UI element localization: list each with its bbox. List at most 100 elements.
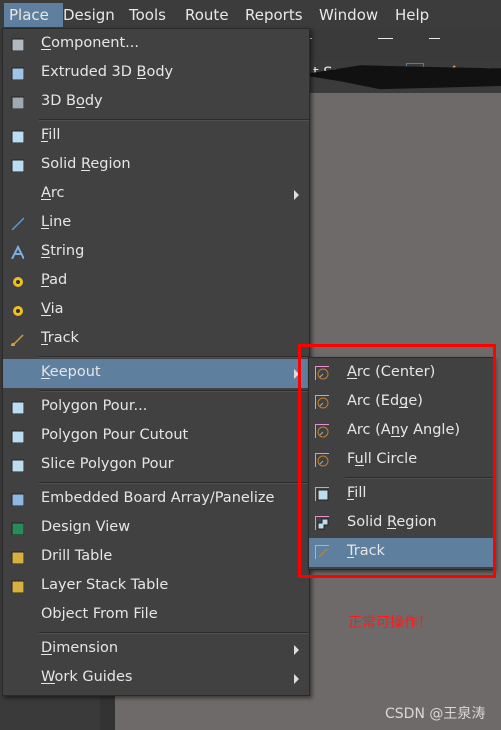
menu-reports[interactable]: Reports bbox=[240, 3, 317, 39]
menu-item-object-from-file[interactable]: Object From File bbox=[3, 601, 309, 630]
slice-polygon-pour-icon bbox=[11, 459, 24, 472]
menu-item-label: Design View bbox=[41, 519, 131, 535]
menu-item-pad[interactable]: Pad bbox=[3, 267, 309, 296]
menu-separator bbox=[39, 119, 309, 121]
menu-item-design-view[interactable]: Design View bbox=[3, 514, 309, 543]
menu-separator bbox=[39, 632, 309, 634]
line-icon bbox=[11, 217, 24, 230]
drill-table-icon bbox=[11, 551, 24, 564]
watermark: CSDN @王泉涛 bbox=[385, 706, 486, 722]
board-array-icon bbox=[11, 493, 24, 506]
menu-item-dimension[interactable]: Dimension bbox=[3, 635, 309, 664]
menu-item-label: Slice Polygon Pour bbox=[41, 456, 174, 472]
polygon-pour-cutout-icon bbox=[11, 430, 24, 443]
menu-item-label: 3D Body bbox=[41, 93, 103, 109]
menu-item-label: Object From File bbox=[41, 606, 158, 622]
component-icon bbox=[11, 38, 24, 51]
menu-separator bbox=[39, 390, 309, 392]
menu-label: Route bbox=[185, 3, 257, 39]
accelerator-underline bbox=[41, 286, 50, 287]
menu-item-embedded-board-array-panelize[interactable]: Embedded Board Array/Panelize bbox=[3, 485, 309, 514]
menu-item-keepout[interactable]: Keepout bbox=[3, 359, 309, 388]
accelerator-underline bbox=[41, 257, 51, 258]
menu-item-drill-table[interactable]: Drill Table bbox=[3, 543, 309, 572]
menu-item-polygon-pour-cutout[interactable]: Polygon Pour Cutout bbox=[3, 422, 309, 451]
track-icon bbox=[11, 334, 24, 346]
accelerator-underline bbox=[41, 228, 50, 229]
menu-item-component[interactable]: Component... bbox=[3, 30, 309, 59]
accelerator-underline bbox=[41, 49, 52, 50]
menu-item-label: String bbox=[41, 243, 85, 259]
menu-item-label: Extruded 3D Body bbox=[41, 64, 174, 80]
menu-item-solid-region[interactable]: Solid Region bbox=[3, 151, 309, 180]
menu-separator bbox=[39, 356, 309, 358]
polygon-pour-icon bbox=[11, 401, 24, 414]
menu-item-3d-body[interactable]: 3D Body bbox=[3, 88, 309, 117]
menu-item-label: Embedded Board Array/Panelize bbox=[41, 490, 275, 506]
annotation-text: 正常可操作！ bbox=[348, 615, 432, 631]
menu-help[interactable]: Help bbox=[390, 3, 445, 39]
accelerator-underline bbox=[75, 107, 85, 108]
menu-label: Tools bbox=[129, 3, 173, 39]
fill-icon bbox=[11, 130, 24, 143]
menu-item-label: Component... bbox=[41, 35, 140, 51]
submenu-arrow-icon bbox=[294, 190, 299, 200]
menu-label: Place bbox=[9, 3, 58, 39]
menu-design[interactable]: Design bbox=[58, 3, 131, 39]
menu-item-track[interactable]: Track bbox=[3, 325, 309, 354]
submenu-arrow-icon bbox=[294, 674, 299, 684]
menu-item-label: Polygon Pour... bbox=[41, 398, 148, 414]
menu-route[interactable]: Route bbox=[180, 3, 257, 39]
accelerator-underline bbox=[41, 378, 50, 379]
menu-item-label: Work Guides bbox=[41, 669, 133, 685]
menu-item-label: Track bbox=[41, 330, 79, 346]
menu-item-layer-stack-table[interactable]: Layer Stack Table bbox=[3, 572, 309, 601]
menu-item-line[interactable]: Line bbox=[3, 209, 309, 238]
menu-item-polygon-pour[interactable]: Polygon Pour... bbox=[3, 393, 309, 422]
menu-bar: Place Design Tools Route Reports Window Help bbox=[0, 0, 501, 39]
menu-separator bbox=[39, 482, 309, 484]
annotation-highlight-box bbox=[298, 344, 496, 578]
accelerator-underline bbox=[41, 654, 53, 655]
design-view-icon bbox=[11, 522, 24, 535]
accelerator-underline bbox=[41, 683, 55, 684]
menu-item-work-guides[interactable]: Work Guides bbox=[3, 664, 309, 693]
menu-item-label: Dimension bbox=[41, 640, 119, 656]
place-menu: Component... Extruded 3D Body 3D Body Fill S… bbox=[2, 28, 310, 696]
menu-item-label: Pad bbox=[41, 272, 68, 288]
menu-item-extruded-3d-body[interactable]: Extruded 3D Body bbox=[3, 59, 309, 88]
menu-item-label: Solid Region bbox=[41, 156, 131, 172]
menu-item-label: Via bbox=[41, 301, 64, 317]
menu-item-label: Line bbox=[41, 214, 72, 230]
menu-item-label: Polygon Pour Cutout bbox=[41, 427, 189, 443]
menu-item-label: Fill bbox=[41, 127, 61, 143]
menu-tools[interactable]: Tools bbox=[124, 3, 178, 39]
menu-item-label: Arc bbox=[41, 185, 65, 201]
layer-stack-table-icon bbox=[11, 580, 24, 593]
menu-item-label: Keepout bbox=[41, 364, 101, 380]
menu-label: Window bbox=[319, 3, 393, 39]
menu-label: Help bbox=[395, 3, 441, 39]
solid-region-icon bbox=[11, 159, 24, 172]
accelerator-underline bbox=[41, 315, 51, 316]
accelerator-underline bbox=[41, 199, 51, 200]
menu-label: Design bbox=[63, 3, 127, 39]
menu-item-arc[interactable]: Arc bbox=[3, 180, 309, 209]
menu-label: Reports bbox=[245, 3, 313, 39]
via-icon bbox=[13, 306, 23, 316]
menu-item-string[interactable]: String bbox=[3, 238, 309, 267]
accelerator-underline bbox=[136, 78, 147, 79]
accelerator-underline bbox=[41, 344, 48, 345]
accelerator-underline bbox=[80, 170, 91, 171]
menu-window[interactable]: Window bbox=[314, 3, 398, 39]
menu-item-via[interactable]: Via bbox=[3, 296, 309, 325]
menu-item-label: Drill Table bbox=[41, 548, 113, 564]
menu-place[interactable]: Place bbox=[4, 3, 63, 39]
menu-item-label: Layer Stack Table bbox=[41, 577, 169, 593]
pad-icon bbox=[13, 277, 23, 287]
accelerator-underline bbox=[41, 141, 49, 142]
submenu-arrow-icon bbox=[294, 645, 299, 655]
menu-item-fill[interactable]: Fill bbox=[3, 122, 309, 151]
menu-item-slice-polygon-pour[interactable]: Slice Polygon Pour bbox=[3, 451, 309, 480]
extruded-3d-body-icon bbox=[11, 67, 24, 80]
